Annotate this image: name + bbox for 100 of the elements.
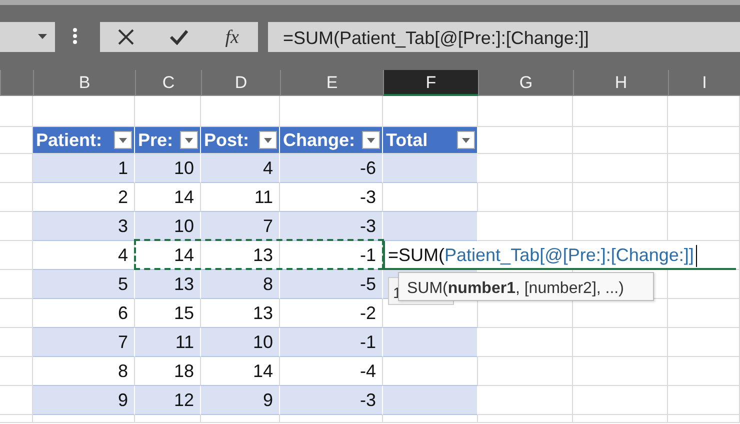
table-cell[interactable]: 8 <box>201 270 280 299</box>
table-cell[interactable] <box>383 357 478 386</box>
header-cell[interactable]: Pre: <box>135 127 201 154</box>
filter-button[interactable] <box>457 131 475 149</box>
column-header[interactable]: E <box>280 70 383 96</box>
column-header[interactable] <box>0 70 33 96</box>
table-cell[interactable]: 1 <box>33 154 135 183</box>
table-cell[interactable]: 13 <box>201 299 280 328</box>
empty-cell[interactable] <box>33 415 135 423</box>
header-cell[interactable]: Change: <box>280 127 383 154</box>
empty-cell[interactable] <box>668 96 740 127</box>
empty-cell[interactable] <box>668 127 740 154</box>
empty-cell[interactable] <box>0 415 33 423</box>
table-cell[interactable]: 18 <box>135 357 201 386</box>
table-cell[interactable]: 15 <box>135 299 201 328</box>
table-cell[interactable]: 10 <box>135 154 201 183</box>
table-cell[interactable]: 6 <box>33 299 135 328</box>
filter-button[interactable] <box>114 131 132 149</box>
empty-cell[interactable] <box>573 154 668 183</box>
empty-cell[interactable] <box>668 183 740 212</box>
table-cell[interactable]: -2 <box>280 299 383 328</box>
empty-cell[interactable] <box>668 415 740 423</box>
table-cell[interactable]: 9 <box>201 386 280 415</box>
column-header[interactable]: C <box>135 70 201 96</box>
table-cell[interactable]: 11 <box>135 328 201 357</box>
column-header[interactable]: I <box>668 70 740 96</box>
table-cell[interactable]: 8 <box>33 357 135 386</box>
empty-cell[interactable] <box>0 96 33 127</box>
column-header[interactable]: H <box>573 70 668 96</box>
caret-icon <box>462 138 470 142</box>
close-icon <box>117 28 136 46</box>
empty-cell[interactable] <box>573 328 668 357</box>
table-cell[interactable]: 3 <box>33 212 135 241</box>
table-cell[interactable]: 13 <box>135 270 201 299</box>
empty-cell[interactable] <box>201 415 280 423</box>
column-heading: Patient: <box>36 129 102 152</box>
empty-cell[interactable] <box>573 357 668 386</box>
header-cell[interactable]: Patient: <box>33 127 135 154</box>
cell-editor[interactable]: =SUM(Patient_Tab[@[Pre:]:[Change:]] <box>383 241 736 270</box>
empty-cell[interactable] <box>668 357 740 386</box>
column-header[interactable]: F <box>383 70 478 96</box>
table-cell[interactable]: 13 <box>201 241 280 270</box>
empty-cell[interactable] <box>668 328 740 357</box>
column-header[interactable]: G <box>478 70 573 96</box>
empty-cell[interactable] <box>383 415 478 423</box>
caret-icon <box>367 138 375 142</box>
empty-cell[interactable] <box>573 415 668 423</box>
empty-cell[interactable] <box>573 96 668 127</box>
table-cell[interactable]: 7 <box>201 212 280 241</box>
table-cell[interactable]: -6 <box>280 154 383 183</box>
table-cell[interactable]: 12 <box>135 386 201 415</box>
table-cell[interactable]: 10 <box>135 212 201 241</box>
empty-cell[interactable] <box>280 415 383 423</box>
filter-button[interactable] <box>362 131 380 149</box>
table-cell[interactable]: 10 <box>201 328 280 357</box>
formula-field[interactable]: =SUM(Patient_Tab[@[Pre:]:[Change:]] <box>268 22 740 52</box>
cancel-button[interactable] <box>117 28 136 46</box>
function-tooltip: SUM(number1, [number2], ...) <box>398 272 654 301</box>
caret-icon <box>119 138 127 142</box>
empty-cell[interactable] <box>668 154 740 183</box>
table-cell[interactable]: -1 <box>280 328 383 357</box>
table-cell[interactable]: 2 <box>33 183 135 212</box>
column-heading: Post: <box>204 129 249 152</box>
table-cell[interactable]: -4 <box>280 357 383 386</box>
insert-function-button[interactable]: fx <box>223 28 241 46</box>
caret-icon <box>185 138 193 142</box>
enter-button[interactable] <box>169 29 190 45</box>
table-cell[interactable]: -5 <box>280 270 383 299</box>
table-cell[interactable]: -3 <box>280 386 383 415</box>
column-heading: Change: <box>283 129 355 152</box>
filter-button[interactable] <box>180 131 198 149</box>
empty-cell[interactable] <box>573 127 668 154</box>
empty-cell[interactable] <box>478 415 573 423</box>
empty-cell[interactable] <box>478 96 573 127</box>
more-icon[interactable] <box>72 27 78 45</box>
empty-cell[interactable] <box>668 299 740 328</box>
table-cell[interactable]: 9 <box>33 386 135 415</box>
column-header[interactable]: B <box>33 70 135 96</box>
table-cell[interactable]: 5 <box>33 270 135 299</box>
empty-cell[interactable] <box>668 386 740 415</box>
filter-button[interactable] <box>259 131 277 149</box>
empty-cell[interactable] <box>573 183 668 212</box>
column-heading: Total <box>386 129 428 152</box>
table-cell[interactable]: 14 <box>135 183 201 212</box>
caret-icon <box>264 138 272 142</box>
table-cell[interactable]: 4 <box>201 154 280 183</box>
table-cell[interactable] <box>383 183 478 212</box>
table-cell[interactable]: -3 <box>280 212 383 241</box>
empty-cell[interactable] <box>573 386 668 415</box>
table-cell[interactable]: 7 <box>33 328 135 357</box>
caret-icon <box>38 34 47 39</box>
name-box[interactable] <box>0 22 55 52</box>
table-cell[interactable]: 14 <box>201 357 280 386</box>
table-cell[interactable]: 11 <box>201 183 280 212</box>
empty-cell[interactable] <box>135 415 201 423</box>
column-heading: Pre: <box>138 129 174 152</box>
header-cell[interactable]: Post: <box>201 127 280 154</box>
column-header[interactable]: D <box>201 70 280 96</box>
table-cell[interactable]: -3 <box>280 183 383 212</box>
header-cell[interactable]: Total <box>383 127 478 154</box>
